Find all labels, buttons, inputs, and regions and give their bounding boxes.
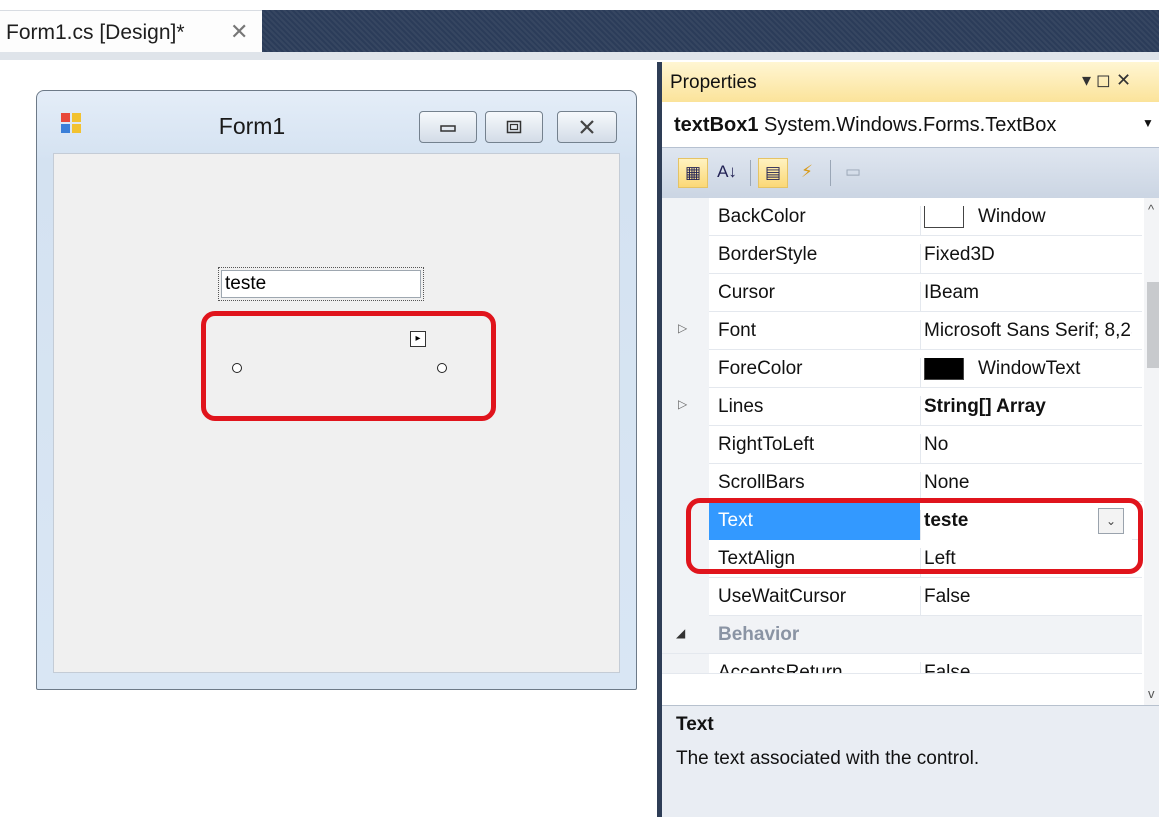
property-row-acceptsreturn[interactable]: AcceptsReturn False [662,654,1142,674]
property-name: ScrollBars [718,472,805,493]
tab-label: Form1.cs [Design]* [6,21,185,44]
close-icon [580,120,594,134]
category-name: Behavior [718,624,800,645]
property-row-font[interactable]: ▷ Font Microsoft Sans Serif; 8,25pt [662,312,1142,350]
properties-title: Properties [670,72,757,93]
object-selector-dropdown[interactable]: textBox1 System.Windows.Forms.TextBox ▼ [662,102,1159,148]
property-row-usewaitcursor[interactable]: UseWaitCursor False [662,578,1142,616]
property-name: AcceptsReturn [718,662,843,674]
property-value[interactable]: IBeam [920,282,1132,312]
description-text: The text associated with the control. [676,748,980,769]
property-value[interactable]: No [920,434,1132,464]
category-behavior[interactable]: ◢ Behavior [662,616,1142,654]
textbox1-control[interactable]: teste [218,267,424,301]
scroll-down-icon[interactable]: v [1148,686,1155,701]
property-name: Cursor [718,282,776,303]
object-name: textBox1 [674,114,759,136]
property-value[interactable]: Microsoft Sans Serif; 8,25pt [920,320,1132,350]
properties-icon[interactable]: ▤ [758,158,788,188]
textbox-text: teste [225,273,267,294]
property-name: Lines [718,396,764,417]
property-name: UseWaitCursor [718,586,847,607]
property-grid-scrollbar[interactable]: ^ v [1144,198,1159,705]
property-name: BackColor [718,206,806,227]
property-grid[interactable]: BackColor Window BorderStyle Fixed3D Cur… [662,198,1144,705]
properties-toolbar: ▦ A↓ ▤ ⚡ ▭ [662,148,1159,198]
scroll-thumb[interactable] [1147,282,1159,368]
collapse-arrow-icon[interactable]: ◢ [676,626,685,640]
property-row-scrollbars[interactable]: ScrollBars None [662,464,1142,502]
property-row-forecolor[interactable]: ForeColor WindowText [662,350,1142,388]
color-swatch [924,358,964,380]
properties-window: Properties ▾ ◻ ✕ textBox1 System.Windows… [657,62,1159,817]
toolbar-separator [750,160,751,186]
property-value[interactable]: Fixed3D [920,244,1132,274]
object-type: System.Windows.Forms.TextBox [764,114,1057,136]
events-icon[interactable]: ⚡ [792,158,822,188]
property-name: BorderStyle [718,244,818,265]
color-swatch [924,206,964,228]
tab-close-icon[interactable]: ✕ [230,19,248,45]
form-title: Form1 [218,113,286,139]
property-row-righttoleft[interactable]: RightToLeft No [662,426,1142,464]
property-row-lines[interactable]: ▷ Lines String[] Array [662,388,1142,426]
tab-form1-design[interactable]: Form1.cs [Design]* ✕ [0,10,262,52]
maximize-icon [506,120,522,134]
property-name: RightToLeft [718,434,815,455]
annotation-highlight-text-property [686,498,1143,574]
categorized-icon[interactable]: ▦ [678,158,708,188]
expand-arrow-icon[interactable]: ▷ [678,397,687,411]
expand-arrow-icon[interactable]: ▷ [678,321,687,335]
property-value[interactable]: False [920,662,1132,673]
property-value[interactable]: WindowText [920,358,1132,388]
form-maximize-button[interactable] [485,111,543,143]
property-row-backcolor[interactable]: BackColor Window [662,198,1142,236]
property-value[interactable]: String[] Array [920,396,1132,426]
minimize-icon [440,125,456,132]
form-minimize-button[interactable] [419,111,477,143]
tab-strip-background [262,10,1159,52]
properties-title-bar: Properties ▾ ◻ ✕ [662,62,1159,102]
window-controls-icon[interactable]: ▾ ◻ ✕ [1082,70,1131,91]
annotation-highlight-textbox [201,311,496,421]
property-row-cursor[interactable]: Cursor IBeam [662,274,1142,312]
description-pane: Text The text associated with the contro… [662,705,1159,817]
property-value[interactable]: Window [920,206,1132,236]
toolbar-separator [830,160,831,186]
property-row-borderstyle[interactable]: BorderStyle Fixed3D [662,236,1142,274]
property-name: Font [718,320,757,341]
scroll-up-icon[interactable]: ^ [1148,202,1154,217]
description-title: Text [676,714,714,735]
alphabetical-icon[interactable]: A↓ [712,158,742,188]
property-pages-icon[interactable]: ▭ [838,158,868,188]
form-close-button[interactable] [557,111,617,143]
document-tab-strip: Form1.cs [Design]* ✕ [0,0,1159,60]
tab-strip-underline [0,52,1159,60]
chevron-down-icon: ▼ [1142,116,1154,130]
property-value[interactable]: False [920,586,1132,616]
property-name: ForeColor [718,358,803,379]
